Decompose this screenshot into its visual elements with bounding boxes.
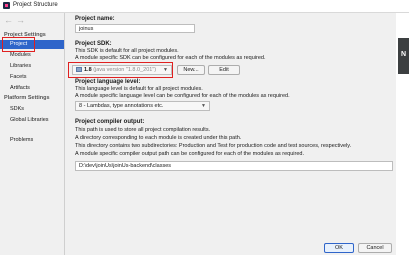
cancel-button[interactable]: Cancel [358,243,392,253]
platform-settings-header: Platform Settings [4,95,50,101]
sidebar-item-problems[interactable]: Problems [0,136,64,145]
main-panel: Project name: joinus Project SDK: This S… [65,13,395,240]
sdk-new-button[interactable]: New... [177,65,205,75]
language-level-desc-1: This language level is default for all p… [75,86,203,92]
compiler-output-label: Project compiler output: [75,119,145,125]
sidebar-item-sdks[interactable]: SDKs [0,105,64,114]
back-arrow-icon[interactable]: ← [4,16,13,25]
project-name-input[interactable]: joinus [75,24,195,33]
intellij-app-icon [3,2,10,9]
language-level-desc-2: A module specific language level can be … [75,93,290,99]
project-sdk-desc-1: This SDK is default for all project modu… [75,48,179,54]
highlight-box-sdk [68,62,173,78]
compiler-output-desc-2: A directory corresponding to each module… [75,135,242,141]
compiler-output-desc-1: This path is used to store all project c… [75,127,211,133]
ok-button[interactable]: OK [324,243,354,253]
dialog-footer: OK Cancel [0,240,396,255]
sidebar-item-modules[interactable]: Modules [0,51,64,60]
sidebar-item-facets[interactable]: Facets [0,73,64,82]
sidebar-item-global-libraries[interactable]: Global Libraries [0,116,64,125]
project-sdk-label: Project SDK: [75,41,112,47]
sidebar-item-artifacts[interactable]: Artifacts [0,84,64,93]
language-level-value: 8 - Lambdas, type annotations etc. [79,103,164,109]
language-level-select[interactable]: 8 - Lambdas, type annotations etc. ▼ [75,101,210,111]
sidebar-item-libraries[interactable]: Libraries [0,62,64,71]
compiler-output-desc-3: This directory contains two subdirectori… [75,143,352,149]
sdk-edit-button[interactable]: Edit [208,65,240,75]
window-title: Project Structure [13,2,58,8]
compiler-output-path-input[interactable]: D:\dev\joinUs\joinUs-backend\classes [75,161,393,171]
forward-arrow-icon[interactable]: → [16,16,25,25]
chevron-down-icon: ▼ [201,103,206,109]
project-sdk-desc-2: A module specific SDK can be configured … [75,55,266,61]
language-level-label: Project language level: [75,79,141,85]
side-badge: N [398,38,409,74]
title-bar: Project Structure [0,0,409,13]
compiler-output-desc-4: A module specific compiler output path c… [75,151,304,157]
sidebar: ← → Project Settings Project Modules Lib… [0,13,65,255]
project-name-label: Project name: [75,16,115,22]
highlight-box-project [2,37,35,52]
